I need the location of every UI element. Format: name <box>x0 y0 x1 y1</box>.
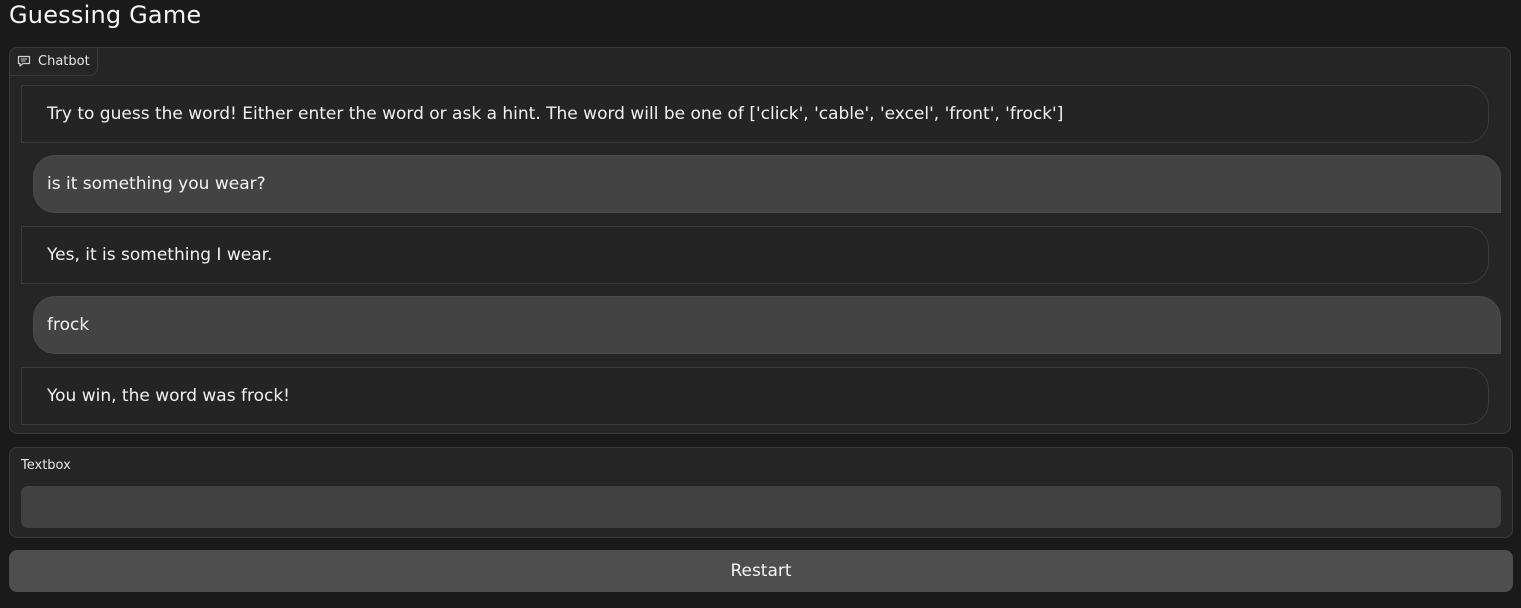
page-title: Guessing Game <box>9 1 202 29</box>
restart-button[interactable]: Restart <box>9 550 1513 592</box>
message-text: is it something you wear? <box>47 174 266 194</box>
bot-message: You win, the word was frock! <box>21 367 1489 425</box>
chatbot-label-text: Chatbot <box>38 54 90 69</box>
chatbot-label: Chatbot <box>10 48 98 76</box>
user-message: is it something you wear? <box>33 155 1501 213</box>
message-text: Try to guess the word! Either enter the … <box>47 104 1064 124</box>
textbox-panel: Textbox <box>9 447 1513 538</box>
textbox-label: Textbox <box>21 458 71 473</box>
user-message: frock <box>33 296 1501 354</box>
bot-message: Yes, it is something I wear. <box>21 226 1489 284</box>
chatbot-panel: Chatbot Try to guess the word! Either en… <box>9 47 1511 434</box>
message-input[interactable] <box>21 486 1501 528</box>
message-text: frock <box>47 315 90 335</box>
message-text: Yes, it is something I wear. <box>47 245 273 265</box>
chat-bubble-icon <box>17 55 31 68</box>
message-text: You win, the word was frock! <box>47 386 290 406</box>
bot-message: Try to guess the word! Either enter the … <box>21 85 1489 143</box>
